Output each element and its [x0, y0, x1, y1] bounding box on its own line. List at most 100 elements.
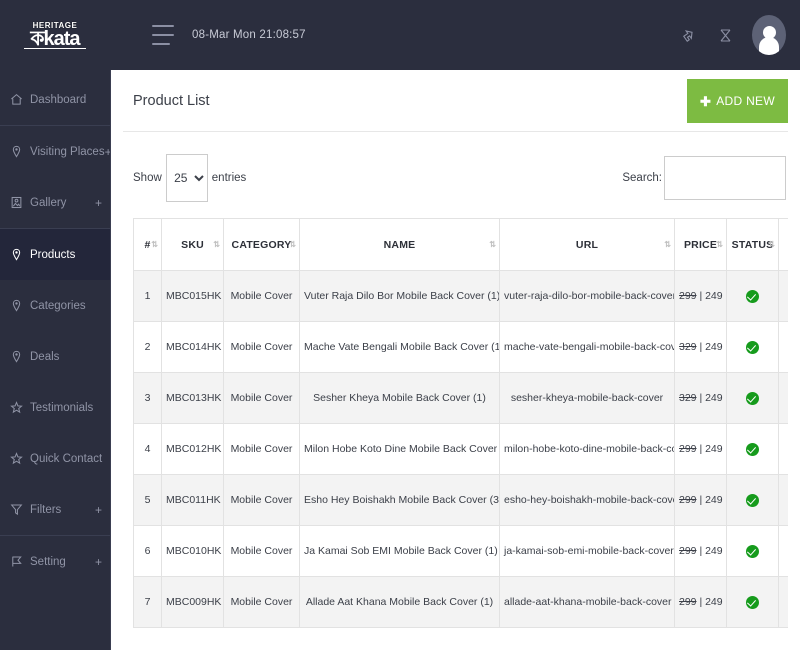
cell-actions[interactable]: [778, 372, 788, 424]
brand-logo-main: কkata: [30, 26, 80, 50]
status-active-icon[interactable]: [746, 595, 759, 609]
search-input[interactable]: [664, 156, 786, 200]
shuffle-icon[interactable]: [710, 20, 740, 50]
cell-index: 7: [133, 576, 162, 628]
flag-icon: [9, 555, 24, 568]
cell-index: 4: [133, 423, 162, 475]
sidebar-item-testimonials[interactable]: Testimonials: [0, 382, 110, 433]
price-separator: |: [696, 290, 706, 302]
cell-sku: MBC013HK: [161, 372, 224, 424]
original-price: 299: [679, 290, 697, 302]
cell-url: ja-kamai-sob-emi-mobile-back-cover: [499, 525, 675, 577]
brand-logo-underline: [24, 48, 86, 49]
status-active-icon[interactable]: [746, 391, 759, 405]
cell-name: Sesher Kheya Mobile Back Cover (1): [299, 372, 500, 424]
entries-select[interactable]: 102550100: [165, 154, 208, 202]
cell-category: Mobile Cover: [223, 474, 300, 526]
main-content: Product List ✚ ADD NEW Show 102550100 en…: [110, 70, 800, 650]
cell-name: Allade Aat Khana Mobile Back Cover (1): [299, 576, 500, 628]
table-row[interactable]: 5 MBC011HK Mobile Cover Esho Hey Boishakh M…: [133, 474, 788, 526]
hamburger-line: [152, 43, 170, 45]
sidebar-item-gallery[interactable]: Gallery +: [0, 177, 110, 228]
brand-logo-bengali: ক: [30, 26, 44, 50]
cell-status: [726, 372, 779, 424]
price-separator: |: [696, 392, 706, 404]
cell-index: 5: [133, 474, 162, 526]
cell-index: 1: [133, 270, 162, 322]
expand-plus-icon[interactable]: +: [95, 555, 102, 569]
status-active-icon[interactable]: [746, 442, 759, 456]
user-avatar[interactable]: [752, 15, 786, 55]
status-active-icon[interactable]: [746, 340, 759, 354]
sidebar-item-dashboard[interactable]: Dashboard: [0, 74, 110, 125]
app-root: HERITAGE কkata 08-Mar Mon 21:08:57 Dashb…: [0, 0, 800, 650]
table-row[interactable]: 7 MBC009HK Mobile Cover Allade Aat Khana Mo…: [133, 576, 788, 628]
column-header-sku[interactable]: SKU ⇅: [161, 218, 224, 271]
sort-arrows-icon[interactable]: ⇅: [768, 240, 775, 249]
sidebar-item-label: Testimonials: [30, 401, 94, 414]
home-icon: [9, 93, 24, 106]
cell-price: 329 | 249: [674, 372, 727, 424]
status-active-icon[interactable]: [746, 544, 759, 558]
sort-arrows-icon[interactable]: ⇅: [289, 240, 296, 249]
column-header-url[interactable]: URL ⇅: [499, 218, 675, 271]
sort-arrows-icon[interactable]: ⇅: [664, 240, 671, 249]
sort-arrows-icon[interactable]: ⇅: [716, 240, 723, 249]
column-header-cat[interactable]: CATEGORY ⇅: [223, 218, 300, 271]
cell-category: Mobile Cover: [223, 270, 300, 322]
sidebar-item-label: Quick Contact: [30, 452, 103, 465]
column-header-action[interactable]: ⇅: [778, 218, 788, 271]
brand-logo-latin: kata: [43, 28, 80, 50]
column-header-status[interactable]: STATUS ⇅: [726, 218, 779, 271]
sale-price: 249: [705, 341, 723, 353]
cell-status: [726, 321, 779, 373]
cell-actions[interactable]: [778, 525, 788, 577]
column-header-name[interactable]: NAME ⇅: [299, 218, 500, 271]
hamburger-icon[interactable]: [152, 25, 174, 45]
expand-plus-icon[interactable]: +: [105, 145, 110, 159]
datetime-display: 08-Mar Mon 21:08:57: [192, 29, 306, 41]
brand-logo[interactable]: HERITAGE কkata: [0, 0, 110, 70]
sidebar-item-categories[interactable]: Categories: [0, 280, 110, 331]
add-new-button[interactable]: ✚ ADD NEW: [687, 79, 788, 123]
cell-actions[interactable]: [778, 576, 788, 628]
sidebar-item-quick-contact[interactable]: Quick Contact: [0, 433, 110, 484]
sort-arrows-icon[interactable]: ⇅: [489, 240, 496, 249]
panel-header: Product List ✚ ADD NEW: [123, 70, 788, 132]
column-header-num[interactable]: # ⇅: [133, 218, 162, 271]
sidebar-item-products[interactable]: Products: [0, 229, 110, 280]
sidebar-item-visiting-places[interactable]: Visiting Places +: [0, 126, 110, 177]
column-header-price[interactable]: PRICE ⇅: [674, 218, 727, 271]
sidebar-item-label: Categories: [30, 299, 86, 312]
sidebar-item-setting[interactable]: Setting +: [0, 536, 110, 587]
cell-actions[interactable]: [778, 270, 788, 322]
expand-plus-icon[interactable]: +: [95, 196, 102, 210]
table-row[interactable]: 3 MBC013HK Mobile Cover Sesher Kheya Mobile…: [133, 372, 788, 424]
sort-arrows-icon[interactable]: ⇅: [151, 240, 158, 249]
sidebar-item-label: Gallery: [30, 196, 67, 209]
cell-actions[interactable]: [778, 321, 788, 373]
sale-price: 249: [705, 392, 723, 404]
cell-actions[interactable]: [778, 474, 788, 526]
cell-actions[interactable]: [778, 423, 788, 475]
expand-plus-icon[interactable]: +: [95, 503, 102, 517]
table-row[interactable]: 2 MBC014HK Mobile Cover Mache Vate Bengali …: [133, 321, 788, 373]
cell-name: Milon Hobe Koto Dine Mobile Back Cover (…: [299, 423, 500, 475]
status-active-icon[interactable]: [746, 493, 759, 507]
price-separator: |: [696, 443, 706, 455]
hamburger-line: [152, 25, 174, 27]
cell-name: Mache Vate Bengali Mobile Back Cover (1): [299, 321, 500, 373]
table-row[interactable]: 4 MBC012HK Mobile Cover Milon Hobe Koto Din…: [133, 423, 788, 475]
table-row[interactable]: 1 MBC015HK Mobile Cover Vuter Raja Dilo Bor…: [133, 270, 788, 322]
cell-status: [726, 576, 779, 628]
table-row[interactable]: 6 MBC010HK Mobile Cover Ja Kamai Sob EMI Mo…: [133, 525, 788, 577]
column-header-label: CATEGORY: [231, 238, 292, 251]
sidebar-item-filters[interactable]: Filters +: [0, 484, 110, 535]
sort-arrows-icon[interactable]: ⇅: [213, 240, 220, 249]
sidebar-item-deals[interactable]: Deals: [0, 331, 110, 382]
share-icon[interactable]: [672, 20, 702, 50]
price-separator: |: [696, 341, 706, 353]
search-label: Search:: [622, 172, 662, 184]
star-icon: [9, 452, 24, 465]
status-active-icon[interactable]: [746, 289, 759, 303]
